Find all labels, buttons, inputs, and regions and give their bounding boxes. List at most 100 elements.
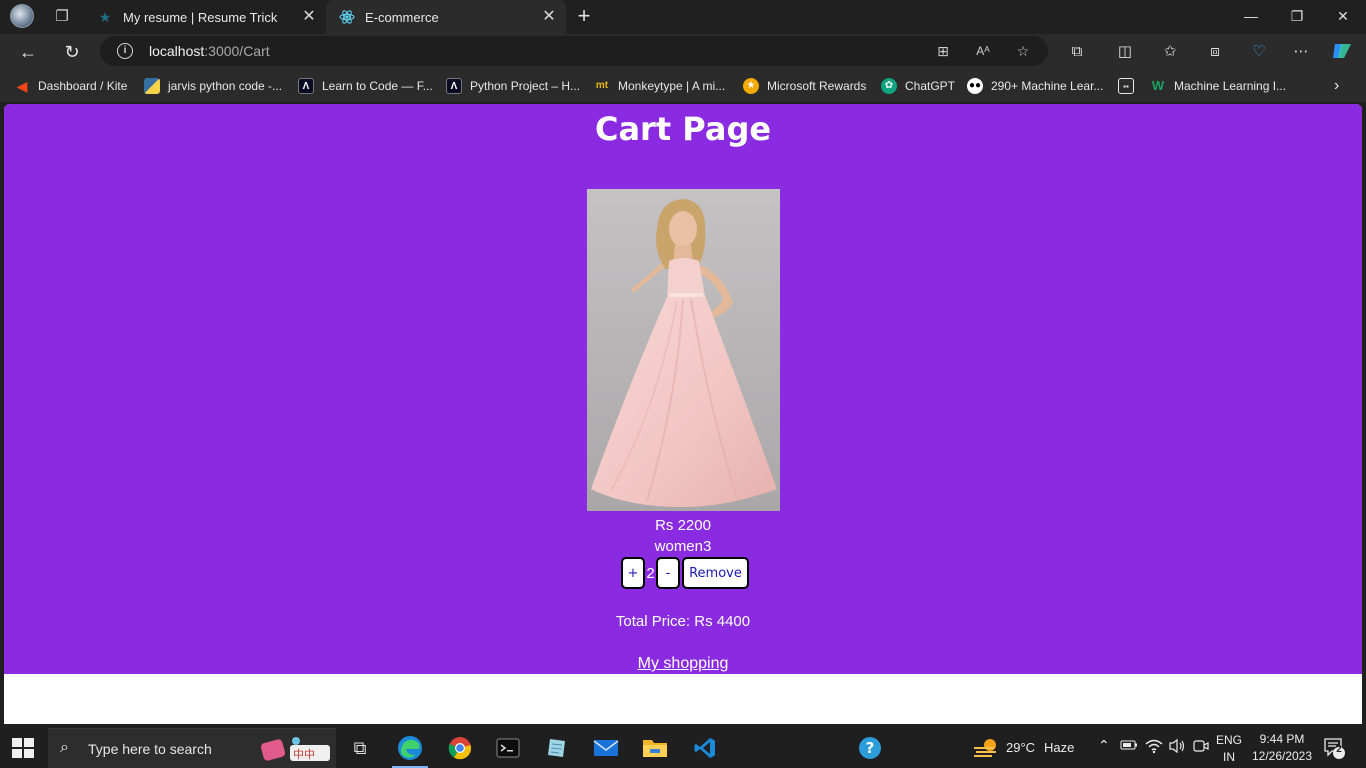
monkeytype-icon: mt (595, 80, 609, 91)
taskbar-search-box[interactable]: ⌕ Type here to search 中中 (48, 728, 336, 768)
terminal-icon[interactable] (484, 728, 532, 768)
chatgpt-icon: ✿ (881, 78, 897, 94)
close-window-icon[interactable]: ✕ (1320, 0, 1366, 32)
bookmark-item[interactable]: W Machine Learning I... (1150, 76, 1286, 96)
back-arrow-icon[interactable]: ← (14, 38, 42, 66)
split-screen-icon[interactable]: ◫ (1113, 40, 1137, 64)
notes-app-icon[interactable] (533, 728, 581, 768)
close-tab-icon[interactable]: ✕ (298, 6, 320, 28)
restore-icon[interactable]: ❐ (1274, 0, 1320, 32)
system-clock[interactable]: 9:44 PM 12/26/2023 (1246, 731, 1318, 765)
search-placeholder: Type here to search (88, 741, 212, 757)
page-viewport: Cart Page Rs 2200 women3 + 2 - Remove To… (4, 104, 1362, 724)
tab-ecommerce[interactable]: E-commerce ✕ (326, 0, 566, 34)
tab-label: E-commerce (365, 9, 439, 25)
minimize-icon[interactable]: — (1228, 0, 1274, 32)
bookmark-item[interactable]: mt Monkeytype | A mi... (594, 76, 725, 96)
url-text[interactable]: localhost:3000/Cart (149, 43, 270, 59)
app-available-icon[interactable]: ⊞ (934, 42, 952, 60)
bookmark-item[interactable]: ✿ ChatGPT (881, 76, 955, 96)
site-info-icon[interactable]: i (117, 43, 133, 59)
url-host: localhost (149, 43, 205, 59)
profile-avatar[interactable] (10, 4, 34, 28)
bookmark-item[interactable]: jarvis python code -... (144, 76, 282, 96)
python-icon (144, 78, 160, 94)
product-name: women3 (654, 538, 712, 555)
my-shopping-link-wrapper: My shopping (4, 655, 1362, 673)
bookmark-label: Microsoft Rewards (767, 79, 867, 93)
file-explorer-icon[interactable] (631, 728, 679, 768)
bookmark-label: Python Project – H... (470, 79, 581, 93)
search-icon: ⌕ (60, 739, 69, 756)
notification-center-icon[interactable]: 2 (1322, 736, 1346, 763)
freecodecamp-icon: Λ (446, 78, 462, 94)
task-view-icon[interactable]: ⧉ (336, 728, 384, 768)
bookmark-label: Machine Learning I... (1174, 79, 1287, 93)
my-shopping-link[interactable]: My shopping (638, 655, 729, 672)
input-language[interactable]: ENG IN (1216, 732, 1242, 766)
search-highlight-icon: 中中 (260, 735, 332, 763)
language-code: ENG (1216, 733, 1243, 747)
bookmark-item[interactable]: Λ Python Project – H... (446, 76, 580, 96)
weather-condition[interactable]: Haze (1044, 740, 1074, 755)
bookmark-item[interactable]: ★ Microsoft Rewards (743, 76, 866, 96)
weather-temperature[interactable]: 29°C (1006, 740, 1035, 755)
vscode-icon[interactable] (681, 728, 729, 768)
more-menu-icon[interactable]: ⋯ (1289, 40, 1313, 64)
svg-text:中中: 中中 (293, 748, 315, 761)
clock-time: 9:44 PM (1259, 732, 1305, 746)
edge-icon[interactable] (386, 728, 434, 768)
mail-icon[interactable] (582, 728, 630, 768)
read-aloud-icon[interactable]: Aᴬ (974, 42, 992, 60)
bookmark-item[interactable]: ◀ Dashboard / Kite (14, 76, 128, 96)
rewards-medal-icon: ★ (743, 78, 759, 94)
bookmark-item[interactable]: ▪▪ (1118, 76, 1142, 96)
bookmark-item[interactable]: Λ Learn to Code — F... (298, 76, 433, 96)
browser-toolbar: ← ↻ i localhost:3000/Cart ⊞ Aᴬ ☆ ⧉ ◫ ✩ ⧈… (0, 34, 1366, 70)
bookmark-label: Learn to Code — F... (322, 79, 433, 93)
bookmark-label: jarvis python code -... (168, 79, 283, 93)
star-favicon-icon: ★ (98, 9, 112, 25)
windows-start-icon[interactable] (12, 738, 34, 758)
page-title: Cart Page (594, 110, 772, 148)
bookmarks-overflow-chevron-icon[interactable]: › (1334, 76, 1339, 96)
copilot-icon[interactable] (1330, 40, 1354, 64)
browser-essentials-icon[interactable]: ♡ (1247, 40, 1271, 64)
tab-label: My resume | Resume Trick (123, 9, 278, 25)
decrease-quantity-button[interactable]: - (656, 557, 680, 589)
increase-quantity-button[interactable]: + (621, 557, 645, 589)
favorite-star-icon[interactable]: ☆ (1014, 42, 1032, 60)
react-favicon-icon (339, 9, 355, 25)
freecodecamp-icon: Λ (298, 78, 314, 94)
notification-count: 2 (1336, 744, 1342, 755)
remove-item-button[interactable]: Remove (682, 557, 749, 589)
bookmark-item[interactable]: ●● 290+ Machine Lear... (967, 76, 1103, 96)
meet-now-icon[interactable] (1192, 738, 1210, 757)
product-price: Rs 2200 (655, 517, 711, 534)
address-bar[interactable]: i localhost:3000/Cart ⊞ Aᴬ ☆ (100, 36, 1048, 66)
bookmarks-bar: ◀ Dashboard / Kite jarvis python code -..… (0, 70, 1366, 102)
weather-haze-icon[interactable] (972, 736, 1000, 763)
calendar-icon: ▪▪ (1118, 78, 1134, 94)
bookmark-label: Dashboard / Kite (38, 79, 128, 93)
speaker-icon[interactable] (1168, 738, 1186, 757)
chevron-up-icon[interactable]: ⌃ (1098, 737, 1110, 754)
extensions-icon[interactable]: ⧉ (1065, 40, 1089, 64)
url-path: :3000/Cart (204, 43, 270, 59)
battery-icon[interactable] (1120, 739, 1138, 754)
tab-actions-icon[interactable]: ❐ (52, 7, 72, 27)
chrome-icon[interactable] (436, 728, 484, 768)
bookmark-label: ChatGPT (905, 79, 956, 93)
new-tab-button[interactable]: + (572, 4, 596, 28)
quantity-controls: + 2 - Remove (621, 557, 749, 589)
tab-resume[interactable]: ★ My resume | Resume Trick ✕ (84, 0, 326, 34)
refresh-icon[interactable]: ↻ (58, 38, 86, 66)
product-image (587, 189, 780, 511)
help-icon[interactable]: ? (846, 728, 894, 768)
w-logo-icon: W (1151, 78, 1165, 93)
collections-icon[interactable]: ⧈ (1203, 40, 1227, 64)
bookmark-label: Monkeytype | A mi... (618, 79, 726, 93)
favorites-icon[interactable]: ✩ (1158, 40, 1182, 64)
wifi-icon[interactable] (1145, 738, 1163, 757)
close-tab-icon[interactable]: ✕ (538, 6, 560, 28)
